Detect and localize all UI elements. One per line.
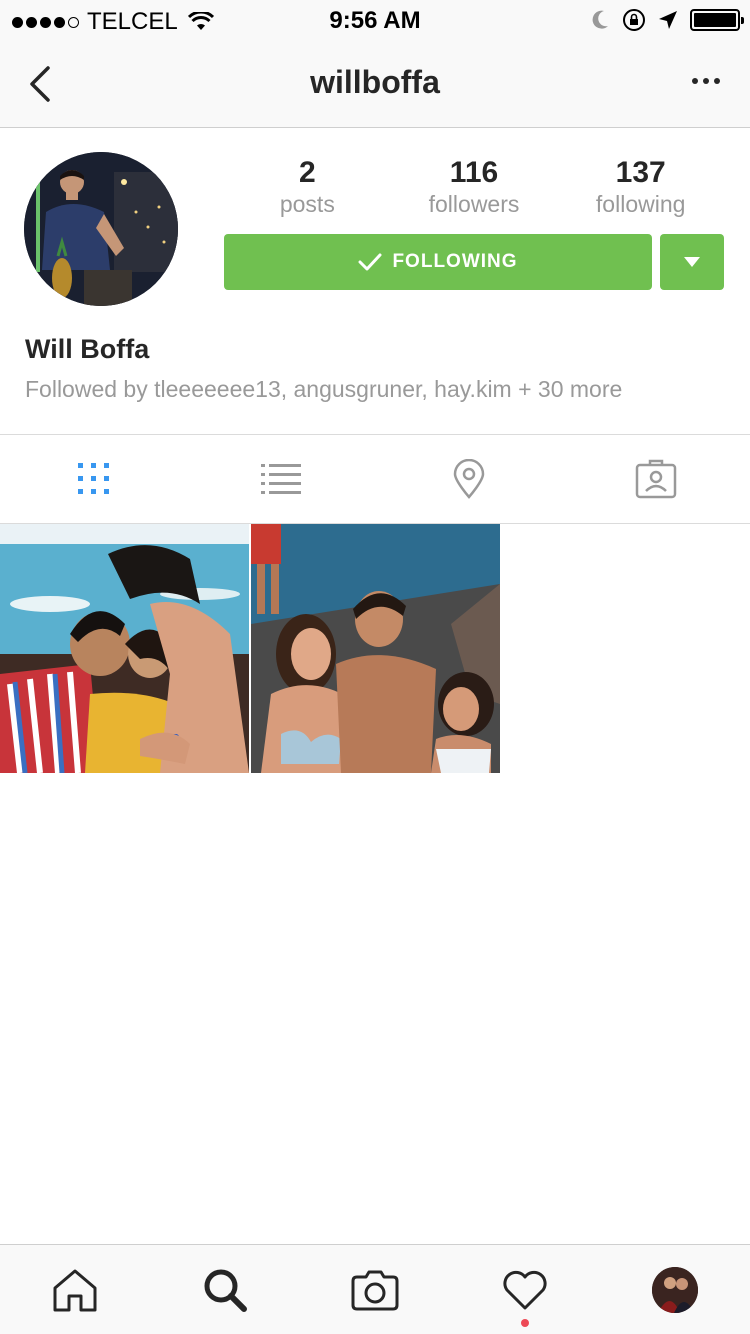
tagged-photos-icon bbox=[636, 459, 677, 499]
status-right bbox=[590, 8, 744, 32]
suggested-accounts-dropdown-button[interactable] bbox=[660, 234, 724, 290]
following-count: 137 bbox=[615, 156, 666, 189]
tab-search[interactable] bbox=[150, 1245, 300, 1334]
tab-activity[interactable] bbox=[450, 1245, 600, 1334]
heart-icon bbox=[503, 1270, 547, 1310]
followers-count: 116 bbox=[449, 156, 499, 189]
posts-count: 2 bbox=[298, 156, 316, 189]
ellipsis-icon bbox=[692, 78, 698, 84]
profile-avatar[interactable] bbox=[24, 152, 178, 306]
posts-label: posts bbox=[279, 191, 335, 217]
tab-location[interactable] bbox=[375, 435, 563, 523]
profile-tab-avatar bbox=[652, 1267, 698, 1313]
post-thumbnail[interactable] bbox=[251, 524, 500, 773]
location-arrow-icon bbox=[659, 11, 677, 29]
search-icon bbox=[204, 1269, 247, 1312]
moon-icon bbox=[592, 10, 608, 29]
tab-home[interactable] bbox=[0, 1245, 150, 1334]
following-label: following bbox=[595, 191, 686, 217]
home-icon bbox=[53, 1269, 97, 1312]
more-options-button[interactable] bbox=[692, 78, 720, 84]
following-button-label: FOLLOWING bbox=[392, 251, 518, 272]
grid-icon bbox=[77, 463, 109, 494]
navigation-bar: willboffa bbox=[0, 40, 750, 128]
post-image bbox=[0, 524, 249, 773]
following-stat[interactable]: 137 following bbox=[557, 156, 724, 218]
tab-list[interactable] bbox=[188, 435, 376, 523]
list-icon bbox=[261, 464, 302, 494]
location-pin-icon bbox=[453, 459, 485, 499]
status-bar: TELCEL 9:56 AM bbox=[0, 0, 750, 40]
photo-grid bbox=[0, 524, 750, 773]
profile-stats: 2 posts 116 followers 137 following bbox=[224, 156, 724, 218]
camera-icon bbox=[351, 1270, 399, 1311]
profile-display-name: Will Boffa bbox=[25, 334, 150, 364]
page-title: willboffa bbox=[310, 64, 440, 100]
followers-stat[interactable]: 116 followers bbox=[391, 156, 558, 218]
tab-grid[interactable] bbox=[0, 435, 188, 523]
checkmark-icon bbox=[358, 253, 382, 271]
post-image bbox=[251, 524, 500, 773]
avatar-image bbox=[24, 152, 178, 306]
battery-icon bbox=[690, 9, 744, 31]
followers-label: followers bbox=[428, 191, 520, 217]
caret-down-icon bbox=[684, 257, 700, 267]
following-button[interactable]: FOLLOWING bbox=[224, 234, 652, 290]
tab-tagged[interactable] bbox=[563, 435, 750, 523]
tab-profile[interactable] bbox=[600, 1245, 750, 1334]
followed-by-text[interactable]: Followed by tleeeeeee13, angusgruner, ha… bbox=[25, 376, 622, 403]
tab-camera[interactable] bbox=[300, 1245, 450, 1334]
profile-view-tabs bbox=[0, 434, 750, 524]
post-thumbnail[interactable] bbox=[0, 524, 249, 773]
notification-dot bbox=[521, 1319, 529, 1327]
bottom-tab-bar bbox=[0, 1244, 750, 1334]
posts-stat[interactable]: 2 posts bbox=[224, 156, 391, 218]
rotation-lock-icon bbox=[623, 9, 645, 31]
